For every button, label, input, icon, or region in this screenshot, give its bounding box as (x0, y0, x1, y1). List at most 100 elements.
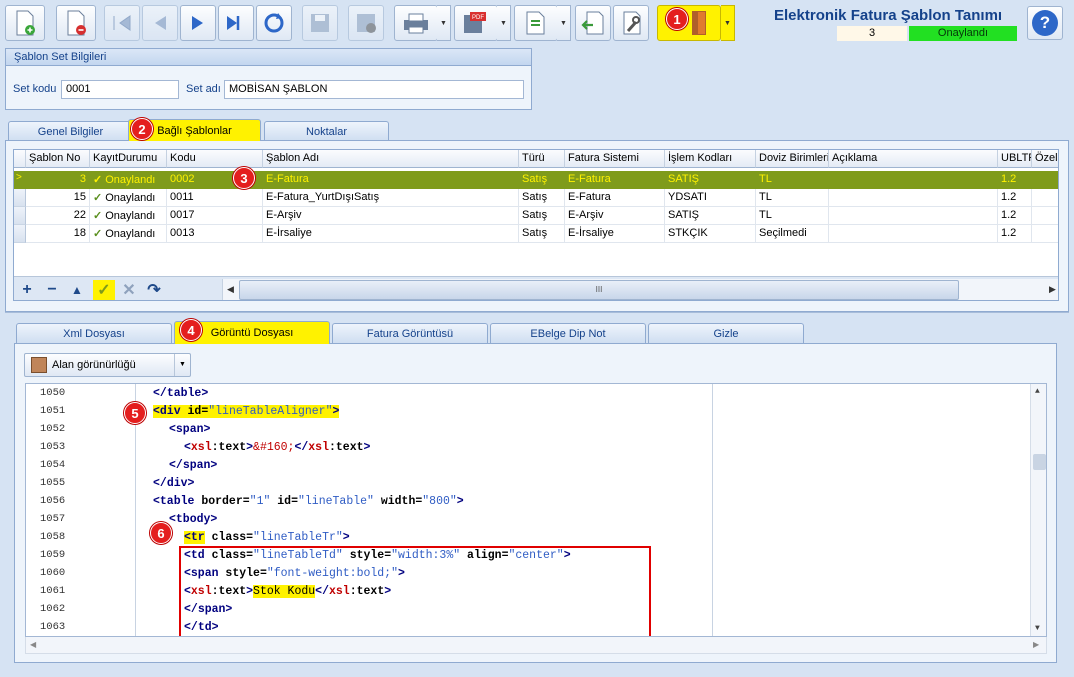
field-visibility-button[interactable]: Alan görünürlüğü ▼ (24, 353, 191, 377)
set-name-input[interactable]: MOBİSAN ŞABLON (224, 80, 524, 99)
export-pdf-button[interactable]: PDF (454, 5, 498, 41)
grid-header: Şablon No KayıtDurumu Kodu Şablon Adı Tü… (14, 150, 1058, 168)
first-icon (113, 15, 131, 31)
code-line: </span> (169, 459, 218, 472)
highlight-box (179, 546, 651, 636)
code-line: <tbody> (169, 513, 218, 526)
previous-record-button[interactable] (142, 5, 178, 41)
annotation-badge-5: 5 (124, 402, 146, 424)
col-currencies[interactable]: Doviz Birimleri (756, 150, 829, 168)
code-line: <table border="1" id="lineTable" width="… (153, 495, 464, 508)
col-template-no[interactable]: Şablon No (26, 150, 90, 168)
last-icon (227, 16, 240, 30)
table-row[interactable]: 15 ✓ Onaylandı 0011 E-Fatura_YurtDışıSatı… (14, 189, 1058, 207)
scroll-left-icon[interactable]: ◀ (30, 640, 36, 649)
set-name-label: Set adı (186, 83, 221, 95)
col-description[interactable]: Açıklama (829, 150, 998, 168)
scroll-left-icon[interactable]: ◀ (227, 284, 234, 295)
scroll-down-icon[interactable]: ▼ (1035, 624, 1040, 633)
scroll-grip: III (595, 285, 603, 294)
tab-hide[interactable]: Gizle (648, 323, 804, 343)
horizontal-scrollbar[interactable]: ◀ III ▶ (222, 279, 1058, 300)
delete-document-icon (67, 10, 86, 36)
editor-divider (712, 384, 713, 636)
code-line: <tr class="lineTableTr"> (184, 531, 350, 544)
set-code-input[interactable]: 0001 (61, 80, 179, 99)
table-row[interactable]: 18 ✓ Onaylandı 0013 E-İrsaliye Satış E-İr… (14, 225, 1058, 243)
col-code[interactable]: Kodu (167, 150, 263, 168)
import-button[interactable] (575, 5, 611, 41)
move-up-icon[interactable]: ▲ (66, 280, 88, 300)
refresh-icon (264, 13, 284, 33)
tab-points[interactable]: Noktalar (264, 121, 389, 141)
transfer-button[interactable] (514, 5, 558, 41)
group-title: Şablon Set Bilgileri (6, 49, 531, 66)
tab-xml-file[interactable]: Xml Dosyası (16, 323, 172, 343)
save-cancel-icon (357, 14, 376, 33)
new-record-button[interactable] (5, 5, 45, 41)
scroll-up-icon[interactable]: ▲ (1035, 387, 1040, 396)
transfer-dropdown[interactable]: ▼ (557, 5, 571, 41)
refresh-button[interactable] (256, 5, 292, 41)
splitter[interactable] (5, 312, 1069, 315)
vertical-scrollbar[interactable]: ▲ ▼ (1030, 384, 1046, 636)
import-icon (581, 11, 604, 35)
wrench-icon (623, 11, 641, 35)
exit-dropdown[interactable]: ▼ (721, 5, 735, 41)
code-line: <xsl:text>&#160;</xsl:text> (184, 441, 371, 454)
next-record-button[interactable] (180, 5, 216, 41)
tab-invoice-view[interactable]: Fatura Görüntüsü (332, 323, 488, 343)
chevron-down-icon[interactable]: ▼ (174, 354, 190, 376)
previous-icon (155, 16, 166, 30)
undo-icon[interactable]: ↷ (143, 280, 165, 300)
last-record-button[interactable] (218, 5, 254, 41)
page-title: Elektronik Fatura Şablon Tanımı (774, 7, 1003, 24)
save-icon (311, 14, 329, 32)
check-icon: ✓ (93, 192, 103, 204)
help-button[interactable]: ? (1027, 6, 1063, 40)
add-row-icon[interactable]: + (16, 280, 38, 300)
code-line: <span> (169, 423, 211, 436)
col-process-codes[interactable]: İşlem Kodları (665, 150, 756, 168)
editor-horizontal-scrollbar[interactable]: ◀ ▶ (25, 637, 1047, 654)
print-button[interactable] (394, 5, 438, 41)
col-special[interactable]: Özel F (1032, 150, 1058, 168)
scroll-thumb[interactable]: III (239, 280, 959, 300)
tab-general-info[interactable]: Genel Bilgiler (8, 121, 133, 141)
first-record-button[interactable] (104, 5, 140, 41)
col-ubltr[interactable]: UBLTR (998, 150, 1032, 168)
visibility-settings-icon (31, 357, 47, 373)
pdf-icon: PDF (464, 12, 486, 33)
xsl-code-editor[interactable]: 1050 1051 1052 1053 1054 1055 1056 1057 … (25, 383, 1047, 637)
cancel-icon[interactable]: ✕ (118, 280, 140, 300)
scroll-right-icon[interactable]: ▶ (1049, 284, 1056, 295)
save-button[interactable] (302, 5, 338, 41)
check-icon: ✓ (93, 174, 103, 186)
check-icon: ✓ (93, 228, 103, 240)
templates-grid: Şablon No KayıtDurumu Kodu Şablon Adı Tü… (13, 149, 1059, 301)
annotation-badge-1: 1 (666, 8, 688, 30)
delete-record-button[interactable] (56, 5, 96, 41)
col-template-name[interactable]: Şablon Adı (263, 150, 519, 168)
table-row[interactable]: 22 ✓ Onaylandı 0017 E-Arşiv Satış E-Arşiv… (14, 207, 1058, 225)
set-code-label: Set kodu (13, 83, 57, 95)
cancel-changes-button[interactable] (348, 5, 384, 41)
confirm-icon[interactable]: ✓ (93, 280, 115, 300)
scroll-thumb[interactable] (1033, 454, 1046, 470)
tab-ebelge-note[interactable]: EBelge Dip Not (490, 323, 646, 343)
annotation-badge-2: 2 (131, 118, 153, 140)
col-status[interactable]: KayıtDurumu (90, 150, 167, 168)
col-type[interactable]: Türü (519, 150, 565, 168)
table-row[interactable]: > 3 ✓ Onaylandı 0002 E-Fatura Satış E-Fat… (14, 171, 1058, 189)
scroll-right-icon[interactable]: ▶ (1033, 640, 1039, 649)
col-invoice-system[interactable]: Fatura Sistemi (565, 150, 665, 168)
code-line: <div id="lineTableAligner"> (153, 405, 340, 418)
template-set-group: Şablon Set Bilgileri Set kodu 0001 Set a… (5, 48, 532, 110)
settings-button[interactable] (613, 5, 649, 41)
remove-row-icon[interactable]: − (41, 280, 63, 300)
transfer-icon (526, 11, 545, 35)
export-dropdown[interactable]: ▼ (497, 5, 511, 41)
printer-icon (404, 13, 428, 34)
code-line: </div> (153, 477, 195, 490)
print-dropdown[interactable]: ▼ (437, 5, 451, 41)
